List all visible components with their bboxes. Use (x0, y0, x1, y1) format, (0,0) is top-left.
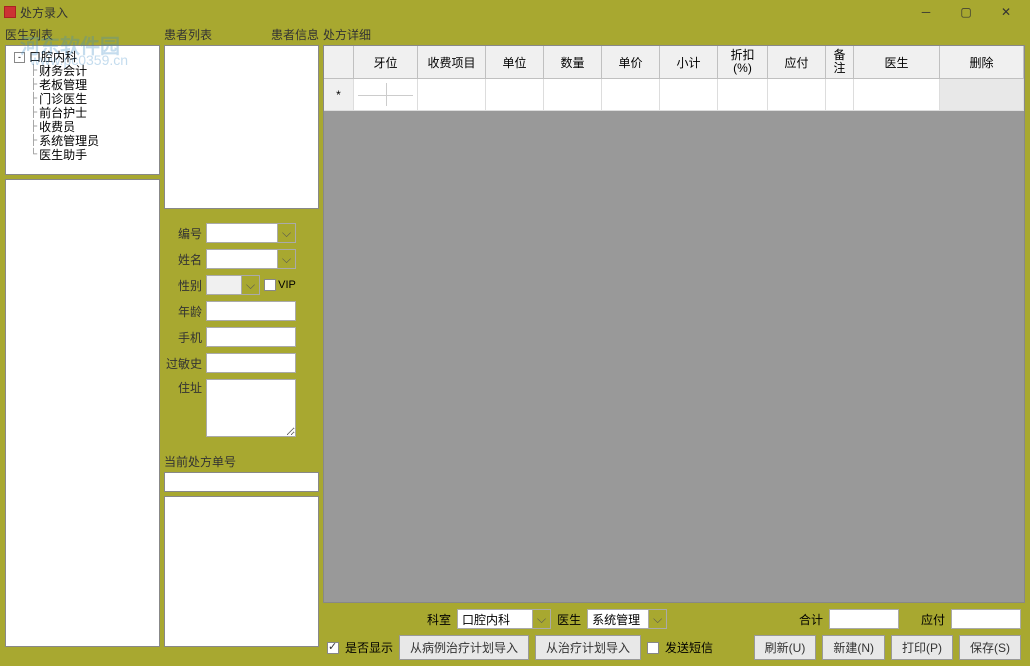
table-row[interactable]: * (324, 79, 1024, 111)
prescription-no-field[interactable] (164, 472, 319, 492)
col-charge-item[interactable]: 收费项目 (418, 46, 486, 78)
age-label: 年龄 (164, 303, 206, 320)
show-checkbox-label: 是否显示 (345, 639, 393, 656)
tree-root-label: 口腔内科 (29, 50, 77, 64)
discount-cell[interactable] (718, 79, 768, 110)
col-unit[interactable]: 单位 (486, 46, 544, 78)
patient-info-header: 患者信息 (271, 24, 319, 45)
name-input[interactable] (206, 249, 278, 269)
save-button[interactable]: 保存(S) (959, 635, 1021, 660)
window-title: 处方录入 (20, 4, 906, 21)
app-icon (4, 6, 16, 18)
phone-input[interactable] (206, 327, 296, 347)
tree-item[interactable]: ├财务会计 (30, 64, 155, 78)
address-textarea[interactable] (206, 379, 296, 437)
allergy-label: 过敏史 (164, 355, 206, 372)
tooth-cell[interactable] (354, 79, 418, 110)
address-label: 住址 (164, 379, 206, 396)
subtotal-cell[interactable] (660, 79, 718, 110)
send-sms-label: 发送短信 (665, 639, 713, 656)
dept-select[interactable] (457, 609, 533, 629)
doctor-label: 医生 (557, 611, 581, 628)
vip-label: VIP (278, 279, 296, 291)
chevron-down-icon[interactable]: ⌵ (242, 275, 260, 295)
chevron-down-icon[interactable]: ⌵ (533, 609, 551, 629)
doctor-list-header: 医生列表 (5, 24, 160, 45)
current-prescription-label: 当前处方单号 (164, 453, 319, 470)
unit-cell[interactable] (486, 79, 544, 110)
phone-label: 手机 (164, 329, 206, 346)
col-doctor[interactable]: 医生 (854, 46, 940, 78)
col-quantity[interactable]: 数量 (544, 46, 602, 78)
col-delete[interactable]: 删除 (940, 46, 1024, 78)
prescription-detail-header: 处方详细 (323, 24, 1025, 45)
tree-item[interactable]: ├前台护士 (30, 106, 155, 120)
name-label: 姓名 (164, 251, 206, 268)
chevron-down-icon[interactable]: ⌵ (649, 609, 667, 629)
close-button[interactable]: ✕ (986, 0, 1026, 24)
import-from-case-plan-button[interactable]: 从病例治疗计划导入 (399, 635, 529, 660)
col-price[interactable]: 单价 (602, 46, 660, 78)
col-payable[interactable]: 应付 (768, 46, 826, 78)
payable-label: 应付 (921, 611, 945, 628)
doctor-select[interactable] (587, 609, 649, 629)
gender-label: 性别 (164, 277, 206, 294)
patient-list-header: 患者列表 (164, 24, 212, 45)
price-cell[interactable] (602, 79, 660, 110)
col-discount[interactable]: 折扣 (%) (718, 46, 768, 78)
tree-item[interactable]: ├收费员 (30, 120, 155, 134)
import-from-plan-button[interactable]: 从治疗计划导入 (535, 635, 641, 660)
patient-list-panel[interactable] (164, 45, 319, 209)
chevron-down-icon[interactable]: ⌵ (278, 223, 296, 243)
tree-item[interactable]: ├门诊医生 (30, 92, 155, 106)
doctor-tree-panel: - 口腔内科 ├财务会计 ├老板管理 ├门诊医生 ├前台护士 ├收费员 ├系统管… (5, 45, 160, 175)
minimize-button[interactable]: ─ (906, 0, 946, 24)
col-note[interactable]: 备注 (826, 46, 854, 78)
tree-item[interactable]: ├系统管理员 (30, 134, 155, 148)
dept-label: 科室 (427, 611, 451, 628)
id-label: 编号 (164, 225, 206, 242)
tree-item[interactable]: └医生助手 (30, 148, 155, 162)
doctor-cell[interactable] (854, 79, 940, 110)
total-output (829, 609, 899, 629)
new-row-marker: * (324, 79, 354, 110)
prescription-table: 牙位 收费项目 单位 数量 单价 小计 折扣 (%) 应付 备注 医生 删除 * (323, 45, 1025, 603)
quantity-cell[interactable] (544, 79, 602, 110)
gender-select[interactable] (206, 275, 242, 295)
payable-cell[interactable] (768, 79, 826, 110)
col-tooth[interactable]: 牙位 (354, 46, 418, 78)
chevron-down-icon[interactable]: ⌵ (278, 249, 296, 269)
print-button[interactable]: 打印(P) (891, 635, 953, 660)
new-button[interactable]: 新建(N) (822, 635, 885, 660)
collapse-icon[interactable]: - (14, 52, 25, 63)
maximize-button[interactable]: ▢ (946, 0, 986, 24)
refresh-button[interactable]: 刷新(U) (754, 635, 817, 660)
prescription-list-panel[interactable] (164, 496, 319, 647)
doctor-detail-panel (5, 179, 160, 647)
note-cell[interactable] (826, 79, 854, 110)
vip-checkbox[interactable] (264, 279, 276, 291)
col-subtotal[interactable]: 小计 (660, 46, 718, 78)
show-checkbox[interactable] (327, 642, 339, 654)
payable-output (951, 609, 1021, 629)
allergy-input[interactable] (206, 353, 296, 373)
total-label: 合计 (799, 611, 823, 628)
id-input[interactable] (206, 223, 278, 243)
send-sms-checkbox[interactable] (647, 642, 659, 654)
age-input[interactable] (206, 301, 296, 321)
tree-item[interactable]: ├老板管理 (30, 78, 155, 92)
charge-item-cell[interactable] (418, 79, 486, 110)
tree-root-node[interactable]: - 口腔内科 (10, 50, 155, 64)
delete-cell[interactable] (940, 79, 1024, 110)
